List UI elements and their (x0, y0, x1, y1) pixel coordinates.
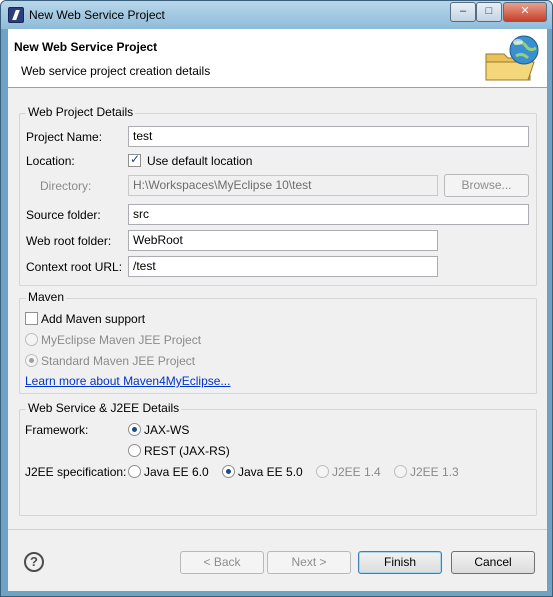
context-root-label: Context root URL: (26, 260, 123, 274)
help-icon[interactable]: ? (24, 552, 44, 572)
ws-j2ee-group: Web Service & J2EE Details (19, 401, 537, 516)
directory-input[interactable]: H:\Workspaces\MyEclipse 10\test (128, 175, 438, 196)
j2ee-1-4-label: J2EE 1.4 (332, 465, 381, 479)
header-title: New Web Service Project (14, 40, 158, 54)
j2ee-1-4-radio[interactable] (316, 465, 329, 478)
use-default-location-label: Use default location (147, 154, 253, 168)
jax-ws-label: JAX-WS (144, 423, 190, 437)
framework-label: Framework: (25, 423, 89, 437)
add-maven-support-label: Add Maven support (41, 312, 146, 326)
java-ee-6-label: Java EE 6.0 (144, 465, 209, 479)
maven-group-label: Maven (26, 290, 67, 304)
minimize-button[interactable]: – (450, 2, 476, 22)
folder-globe-icon (485, 35, 539, 81)
myeclipse-maven-jee-radio[interactable] (25, 333, 38, 346)
dialog-body: New Web Service Project Web service proj… (8, 29, 547, 591)
java-ee-5-radio[interactable] (222, 465, 235, 478)
myeclipse-icon (8, 7, 24, 23)
myeclipse-maven-jee-label: MyEclipse Maven JEE Project (41, 333, 202, 347)
learn-more-maven-link[interactable]: Learn more about Maven4MyEclipse... (25, 374, 230, 388)
directory-label: Directory: (40, 179, 92, 193)
title-bar[interactable]: New Web Service Project – □ ✕ (1, 1, 552, 29)
project-name-input[interactable]: test (128, 126, 529, 147)
java-ee-5-label: Java EE 5.0 (238, 465, 303, 479)
close-button[interactable]: ✕ (503, 2, 547, 22)
source-folder-label: Source folder: (26, 208, 101, 222)
wizard-header: New Web Service Project Web service proj… (8, 29, 547, 88)
dialog-window: New Web Service Project – □ ✕ New Web Se… (0, 0, 553, 597)
add-maven-support-checkbox[interactable] (25, 312, 38, 325)
location-label: Location: (26, 154, 75, 168)
jax-rs-label: REST (JAX-RS) (144, 444, 230, 458)
project-name-label: Project Name: (26, 130, 103, 144)
jax-rs-radio[interactable] (128, 444, 141, 457)
java-ee-6-radio[interactable] (128, 465, 141, 478)
source-folder-input[interactable]: src (128, 204, 529, 225)
j2ee-1-3-label: J2EE 1.3 (410, 465, 459, 479)
window-title: New Web Service Project (29, 8, 165, 22)
header-subtitle: Web service project creation details (21, 64, 211, 78)
next-button[interactable]: Next > (267, 551, 351, 574)
ws-j2ee-group-label: Web Service & J2EE Details (26, 401, 182, 415)
web-project-group-label: Web Project Details (26, 105, 136, 119)
standard-maven-jee-radio[interactable] (25, 354, 38, 367)
web-root-label: Web root folder: (26, 234, 112, 248)
web-root-input[interactable]: WebRoot (128, 230, 438, 251)
j2ee-spec-label: J2EE specification: (25, 465, 127, 479)
maximize-button[interactable]: □ (476, 2, 502, 22)
cancel-button[interactable]: Cancel (451, 551, 535, 574)
jax-ws-radio[interactable] (128, 423, 141, 436)
finish-button[interactable]: Finish (358, 551, 442, 574)
footer-separator (8, 529, 547, 530)
standard-maven-jee-label: Standard Maven JEE Project (41, 354, 196, 368)
browse-button[interactable]: Browse... (444, 174, 529, 197)
context-root-input[interactable]: /test (128, 256, 438, 277)
j2ee-1-3-radio[interactable] (394, 465, 407, 478)
use-default-location-checkbox[interactable] (128, 152, 141, 167)
back-button[interactable]: < Back (180, 551, 264, 574)
